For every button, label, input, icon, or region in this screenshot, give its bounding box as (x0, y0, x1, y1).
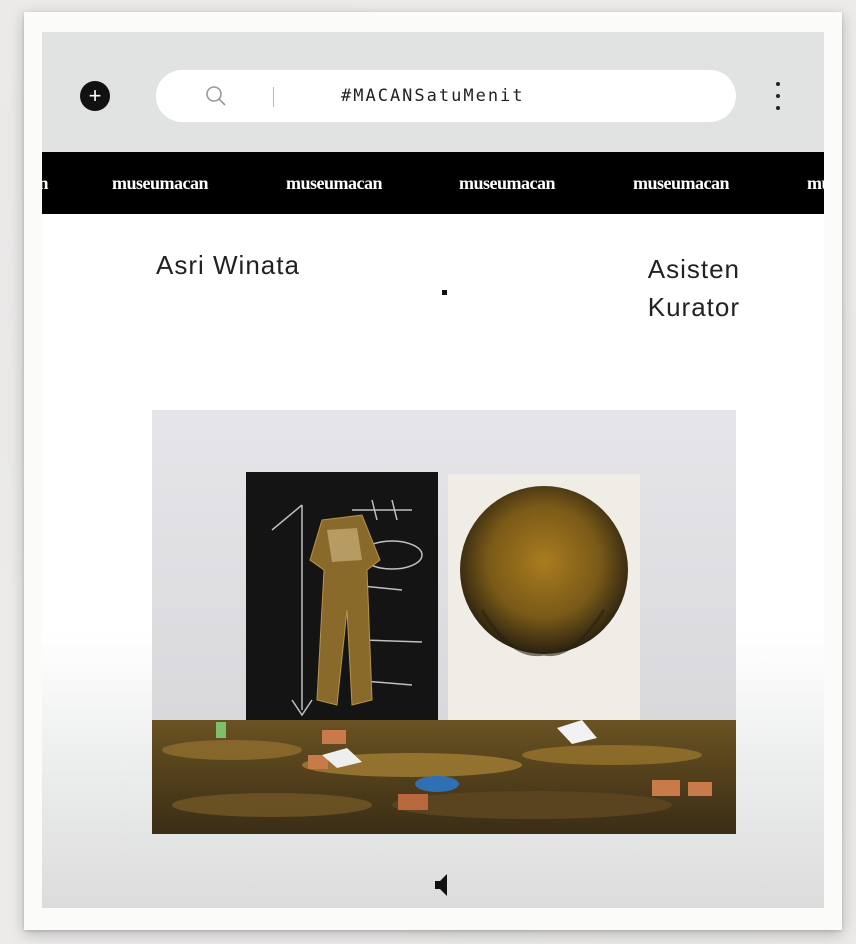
search-divider (273, 87, 274, 107)
ticker-item: museumacan (459, 173, 556, 193)
ticker-item: museumacan (286, 173, 383, 193)
ticker-item: museumacan (42, 173, 49, 193)
ticker-item: museumacan (633, 173, 730, 193)
separator-dot (442, 290, 447, 295)
phone-screen: + #MACANSatuMenit museumacan museumacan … (42, 32, 824, 908)
search-icon[interactable] (204, 84, 228, 108)
person-name: Asri Winata (156, 250, 300, 280)
search-bar[interactable]: #MACANSatuMenit (156, 70, 736, 122)
role-line-1: Asisten (647, 254, 740, 284)
photo-frame: + #MACANSatuMenit museumacan museumacan … (24, 12, 842, 930)
ticker-item: museumacan (807, 173, 824, 193)
kebab-menu-icon[interactable] (770, 82, 786, 110)
person-role: Asisten Kurator (648, 250, 740, 326)
ticker-item: museumacan (112, 173, 209, 193)
plus-icon[interactable]: + (80, 81, 110, 111)
role-line-2: Kurator (647, 292, 740, 322)
ticker-bar: museumacan museumacan museumacan museuma… (42, 152, 824, 214)
artwork-photo[interactable] (152, 410, 736, 834)
search-input[interactable]: #MACANSatuMenit (341, 70, 525, 122)
speaker-icon[interactable] (435, 872, 449, 898)
top-bar: + #MACANSatuMenit (42, 32, 824, 152)
